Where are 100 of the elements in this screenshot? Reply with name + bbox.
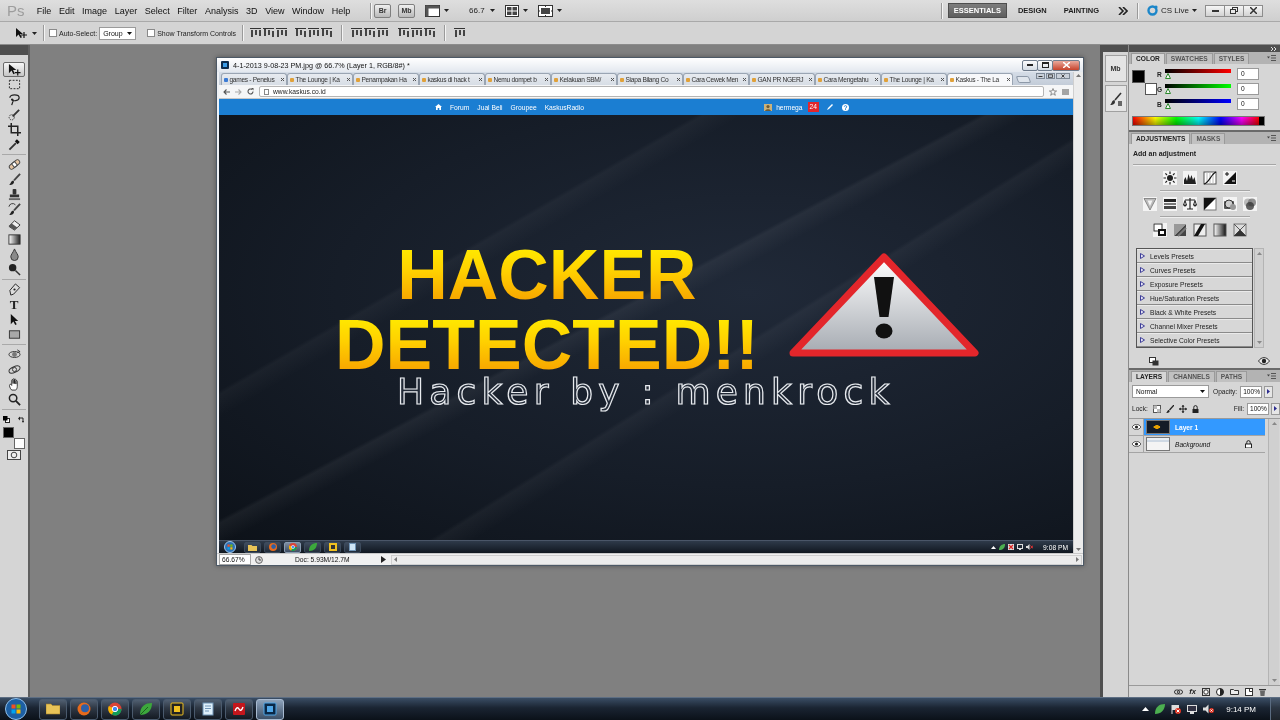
background-color-swatch[interactable] [14,438,25,449]
framed-window-icon[interactable] [537,4,553,17]
mute-icon[interactable] [1203,704,1215,714]
trash-icon[interactable] [1259,687,1266,696]
menu-item[interactable]: View [261,2,289,19]
close-icon[interactable] [545,78,548,81]
foreground-color-swatch[interactable] [1132,70,1145,83]
slash-square-icon[interactable] [1192,223,1207,237]
slider-thumb[interactable] [1165,103,1171,109]
help-icon[interactable] [842,103,849,111]
taskbar-button[interactable] [256,698,284,720]
color-spectrum[interactable] [1132,116,1265,126]
collapse-chevron-icon[interactable] [1271,46,1277,51]
overlapping-squares-icon[interactable] [1149,356,1159,366]
close-icon[interactable] [1056,73,1070,79]
swap-arrow-icon[interactable] [18,416,25,423]
zoom-level-dropdown[interactable]: 66.7 [469,2,485,19]
leaf-icon[interactable] [999,544,1006,550]
close-icon[interactable] [743,78,746,81]
distribute-middle-icon[interactable] [364,28,376,38]
expand-triangle-icon[interactable] [1140,295,1145,301]
taskbar-button[interactable] [39,698,67,720]
move-icon[interactable] [15,27,27,39]
scroll-up-icon[interactable] [1076,74,1081,77]
menu-item[interactable]: Filter [173,2,202,19]
slider-thumb[interactable] [1165,88,1171,94]
horizontal-scrollbar[interactable] [391,554,1082,565]
half-circle-icon[interactable] [1216,687,1224,696]
menu-item[interactable]: File [33,2,56,19]
leaf-icon[interactable] [1155,704,1166,714]
menu-item[interactable]: Window [288,2,328,19]
expand-triangle-icon[interactable] [1140,323,1145,329]
close-button[interactable] [1243,4,1263,17]
circle-in-rectangle-icon[interactable] [7,450,21,460]
taskbar-button[interactable] [194,698,222,720]
checkerboard-icon[interactable] [1152,404,1161,413]
taskbar-button[interactable] [284,541,301,553]
align-middle-icon[interactable] [263,28,275,38]
mini-swatches-icon[interactable] [3,416,10,423]
pencil-icon[interactable] [827,104,833,110]
scroll-down-icon[interactable] [1076,548,1081,551]
expand-triangle-icon[interactable] [1140,337,1145,343]
stripes-icon[interactable] [1162,197,1177,211]
start-orb-icon[interactable] [5,698,27,720]
avatar-icon[interactable] [764,103,773,111]
close-icon[interactable] [281,78,284,81]
tool-button[interactable] [3,62,25,77]
expand-triangle-icon[interactable] [1140,267,1145,273]
double-chevron-icon[interactable] [1118,6,1128,15]
align-top-icon[interactable] [250,28,262,38]
opacity-slider-button[interactable] [1264,385,1274,398]
taskbar-button[interactable] [101,698,129,720]
ruler-window-icon[interactable] [425,4,441,17]
folder-icon[interactable] [1230,688,1239,695]
menu-item[interactable]: Layer [110,2,141,19]
monitor-icon[interactable] [1017,544,1024,550]
menu-item[interactable]: Select [140,2,174,19]
move-arrows-icon[interactable] [1178,404,1187,413]
sun-icon[interactable] [1162,171,1177,185]
balance-scale-icon[interactable] [1182,197,1197,211]
vertical-scrollbar[interactable] [1073,72,1083,553]
menu-item[interactable]: Analysis [201,2,243,19]
close-icon[interactable] [875,78,878,81]
menu-item[interactable]: Edit [55,2,79,19]
foreground-color-swatch[interactable] [3,427,14,438]
minimize-button[interactable] [1022,59,1038,71]
close-icon[interactable] [479,78,482,81]
chevron-up-icon[interactable] [1142,707,1150,711]
monitor-icon[interactable] [1187,704,1198,714]
close-icon[interactable] [809,78,812,81]
chevron-up-icon[interactable] [991,545,997,549]
play-triangle-icon[interactable] [381,556,386,563]
background-color-swatch[interactable] [1145,83,1157,95]
cs-live-button[interactable]: CS Live [1147,5,1197,16]
expand-triangle-icon[interactable] [1140,253,1145,259]
close-icon[interactable] [1007,78,1010,81]
crossed-square-icon[interactable] [1232,223,1247,237]
align-bottom-icon[interactable] [276,28,288,38]
checkbox[interactable] [49,29,57,37]
distribute-top-icon[interactable] [351,28,363,38]
minimize-icon[interactable] [1036,73,1045,79]
fill-slider-button[interactable] [1271,402,1280,415]
menu-item[interactable]: 3D [242,2,262,19]
panel-menu-icon[interactable] [1267,373,1276,379]
taskbar-button[interactable] [324,541,341,553]
inverted-squares-icon[interactable] [1152,223,1167,237]
distribute-center-icon[interactable] [411,28,423,38]
reload-icon[interactable] [247,88,254,95]
menu-item[interactable]: Image [78,2,111,19]
mute-icon[interactable] [1026,544,1034,550]
align-right-icon[interactable] [321,28,333,38]
taskbar-button[interactable] [163,698,191,720]
close-icon[interactable] [677,78,680,81]
close-icon[interactable] [611,78,614,81]
diagonal-band-icon[interactable] [1172,223,1187,237]
distribute-bottom-icon[interactable] [377,28,389,38]
panel-menu-icon[interactable] [1267,135,1276,141]
eye-icon[interactable] [1258,357,1270,365]
back-arrow-icon[interactable] [223,88,230,95]
panel-menu-icon[interactable] [1267,55,1276,61]
